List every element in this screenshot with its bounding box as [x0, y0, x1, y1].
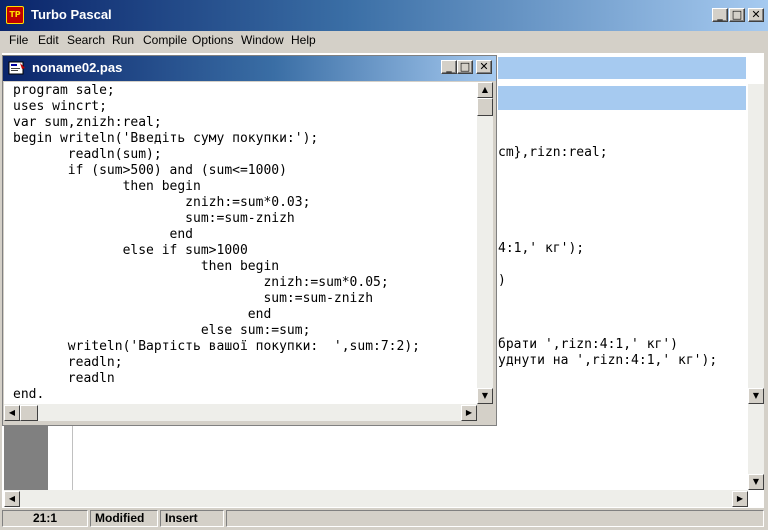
menu-run[interactable]: Run [112, 33, 134, 47]
app-title-bar[interactable] [0, 0, 768, 31]
insert-mode-indicator: Insert [160, 510, 224, 527]
editor-minimize-button[interactable]: _ [441, 60, 457, 74]
code-line: else sum:=sum; [13, 323, 311, 338]
editor-vertical-scrollbar[interactable] [477, 82, 493, 404]
editor-size-grip[interactable] [477, 404, 493, 421]
code-line: begin writeln('Введіть суму покупки:'); [13, 131, 319, 146]
editor-scroll-left-button[interactable]: ◀ [4, 405, 20, 421]
background-code-fragment: cm},rizn:real; [498, 145, 608, 160]
code-line: readln; [13, 355, 123, 370]
background-code-fragment: уднути на ',rizn:4:1,' кг'); [498, 353, 718, 368]
editor-scroll-down-button[interactable]: ▼ [477, 388, 493, 404]
modified-indicator: Modified [90, 510, 158, 527]
code-line: end. [13, 387, 45, 402]
background-editor-margin [72, 426, 73, 490]
app-title: Turbo Pascal [31, 7, 112, 22]
status-message [226, 510, 764, 527]
code-line: znizh:=sum*0.05; [13, 275, 389, 290]
background-editor-gutter [4, 426, 48, 490]
editor-maximize-button[interactable]: □ [457, 60, 473, 74]
menu-file[interactable]: File [9, 33, 28, 47]
code-line: znizh:=sum*0.03; [13, 195, 311, 210]
maximize-button[interactable]: □ [729, 8, 745, 22]
background-scroll-down-button[interactable]: ▼ [748, 388, 764, 404]
code-line: writeln('Вартість вашої покупки: ',sum:7… [13, 339, 420, 354]
code-line: uses wincrt; [13, 99, 107, 114]
menu-help[interactable]: Help [291, 33, 316, 47]
pascal-file-icon[interactable] [8, 61, 26, 75]
menu-compile[interactable]: Compile [143, 33, 187, 47]
code-line: else if sum>1000 [13, 243, 248, 258]
status-bar: 21:1 Modified Insert [0, 508, 768, 530]
background-window-title-bar[interactable] [498, 57, 746, 79]
background-horizontal-scrollbar[interactable] [4, 490, 748, 507]
code-line: readln(sum); [13, 147, 162, 162]
cursor-position: 21:1 [2, 510, 88, 527]
code-line: sum:=sum-znizh [13, 211, 295, 226]
code-line: if (sum>500) and (sum<=1000) [13, 163, 287, 178]
code-editor[interactable]: program sale; uses wincrt; var sum,znizh… [4, 82, 477, 404]
background-code-fragment: 4:1,' кг'); [498, 241, 585, 256]
code-line: var sum,znizh:real; [13, 115, 162, 130]
code-line: end [13, 307, 272, 322]
minimize-button[interactable]: _ [712, 8, 728, 22]
menu-edit[interactable]: Edit [38, 33, 59, 47]
editor-scroll-up-button[interactable]: ▲ [477, 82, 493, 98]
code-line: sum:=sum-znizh [13, 291, 374, 306]
code-line: program sale; [13, 83, 115, 98]
editor-scroll-right-button[interactable]: ▶ [461, 405, 477, 421]
menu-search[interactable]: Search [67, 33, 105, 47]
code-line: end [13, 227, 194, 242]
background-code-fragment: ) [498, 273, 506, 288]
background-window-title-bar-2[interactable] [498, 86, 746, 110]
menu-bar: File Edit Search Run Compile Options Win… [0, 31, 768, 49]
turbo-pascal-icon[interactable]: TP [6, 6, 24, 24]
close-button[interactable]: ✕ [748, 8, 764, 22]
editor-close-button[interactable]: ✕ [476, 60, 492, 74]
background-scroll-down-button-2[interactable]: ▼ [748, 474, 764, 490]
menu-options[interactable]: Options [192, 33, 233, 47]
code-line: then begin [13, 259, 280, 274]
editor-title: noname02.pas [32, 60, 123, 75]
editor-vertical-scroll-thumb[interactable] [477, 98, 493, 116]
background-scroll-right-button[interactable]: ▶ [732, 491, 748, 507]
background-code-fragment: брати ',rizn:4:1,' кг') [498, 337, 679, 352]
code-line: then begin [13, 179, 201, 194]
editor-horizontal-scroll-thumb[interactable] [20, 405, 38, 421]
menu-window[interactable]: Window [241, 33, 284, 47]
code-line: readln [13, 371, 115, 386]
background-scroll-left-button[interactable]: ◀ [4, 491, 20, 507]
background-vertical-scrollbar[interactable] [748, 84, 764, 490]
editor-horizontal-scrollbar[interactable] [4, 404, 477, 421]
